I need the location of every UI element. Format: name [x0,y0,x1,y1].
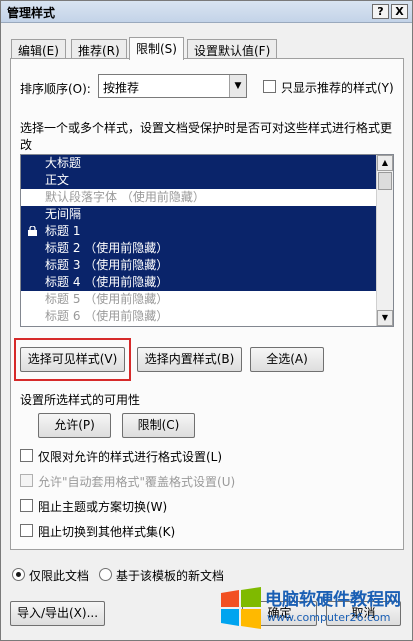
style-list-item[interactable]: 标题 3 （使用前隐藏） [21,257,377,274]
list-scrollbar[interactable]: ▲ ▼ [376,155,393,326]
tab-restrict[interactable]: 限制(S) [129,37,184,60]
list-description-line2: 改 [20,138,33,152]
limit-formatting-checkbox[interactable] [20,449,33,462]
import-export-button[interactable]: 导入/导出(X)... [10,601,105,626]
style-list-item[interactable]: 标题 4 （使用前隐藏） [21,274,377,291]
this-document-radio[interactable] [12,568,25,581]
chevron-down-icon[interactable]: ▼ [229,75,246,97]
scroll-up-arrow-icon[interactable]: ▲ [377,155,393,171]
block-theme-label: 阻止主题或方案切换(W) [38,500,168,514]
show-recommended-checkbox[interactable] [263,80,276,93]
style-list-item-label: 大标题 [45,156,82,170]
block-style-set-checkbox[interactable] [20,524,33,537]
style-list-item[interactable]: 标题 6 （使用前隐藏） [21,308,377,325]
sort-order-label: 排序顺序(O): [20,82,91,96]
style-list-item-label: 默认段落字体 （使用前隐藏） [45,190,205,204]
watermark: 电脑软硬件教程网 www.computer26.com [215,581,413,641]
lock-icon [28,226,37,236]
window-title: 管理样式 [7,6,56,20]
scroll-thumb[interactable] [378,172,392,190]
tab-recommend[interactable]: 推荐(R) [71,39,127,59]
new-documents-radio[interactable] [99,568,112,581]
watermark-title: 电脑软硬件教程网 [265,590,401,610]
tab-set-defaults[interactable]: 设置默认值(F) [187,39,278,59]
close-button[interactable]: X [391,4,408,19]
style-list-item[interactable]: 无间隔 [21,206,377,223]
restrict-button[interactable]: 限制(C) [122,413,195,438]
permit-button[interactable]: 允许(P) [38,413,111,438]
watermark-url: www.computer26.com [267,611,391,624]
allow-autoformat-label: 允许"自动套用格式"覆盖格式设置(U) [38,475,236,489]
tab-edit[interactable]: 编辑(E) [11,39,66,59]
show-recommended-label: 只显示推荐的样式(Y) [281,81,394,95]
windows-logo-icon [221,587,261,629]
sort-order-select[interactable]: 按推荐 ▼ [98,74,247,98]
style-list-item[interactable]: 标题 2 （使用前隐藏） [21,240,377,257]
this-document-label: 仅限此文档 [29,569,90,583]
style-list-item-label: 标题 5 （使用前隐藏） [45,292,169,306]
style-list-item-label: 标题 2 （使用前隐藏） [45,241,169,255]
availability-label: 设置所选样式的可用性 [20,393,141,407]
style-list-item-label: 标题 3 （使用前隐藏） [45,258,169,272]
allow-autoformat-checkbox [20,474,33,487]
style-list-item-label: 无间隔 [45,207,82,221]
styles-listbox[interactable]: 大标题正文默认段落字体 （使用前隐藏） 无间隔标题 1 标题 2 （使用前隐藏） 标题… [20,154,394,327]
style-list-item-label: 标题 4 （使用前隐藏） [45,275,169,289]
help-button[interactable]: ? [372,4,389,19]
style-list-item-label: 标题 1 [45,224,81,238]
style-list-item-label: 正文 [45,173,70,187]
title-bar: 管理样式 ? X [1,1,412,23]
select-builtin-styles-button[interactable]: 选择内置样式(B) [137,347,242,372]
style-list-item-label: 标题 6 （使用前隐藏） [45,309,169,323]
scroll-down-arrow-icon[interactable]: ▼ [377,310,393,326]
manage-styles-dialog: 管理样式 ? X 编辑(E) 推荐(R) 限制(S) 设置默认值(F) 排序顺序… [0,0,413,641]
select-all-button[interactable]: 全选(A) [250,347,324,372]
limit-formatting-label: 仅限对允许的样式进行格式设置(L) [38,450,223,464]
list-description-line1: 选择一个或多个样式，设置文档受保护时是否可对这些样式进行格式更 [20,121,393,135]
style-list-item[interactable]: 标题 1 [21,223,377,240]
new-documents-label: 基于该模板的新文档 [116,569,225,583]
select-visible-styles-button[interactable]: 选择可见样式(V) [20,347,125,372]
block-style-set-label: 阻止切换到其他样式集(K) [38,525,176,539]
style-list-item[interactable]: 默认段落字体 （使用前隐藏） [21,189,377,206]
block-theme-checkbox[interactable] [20,499,33,512]
style-list-item[interactable]: 大标题 [21,155,377,172]
style-list-item[interactable]: 标题 5 （使用前隐藏） [21,291,377,308]
sort-order-value: 按推荐 [103,81,140,95]
style-list-item[interactable]: 正文 [21,172,377,189]
